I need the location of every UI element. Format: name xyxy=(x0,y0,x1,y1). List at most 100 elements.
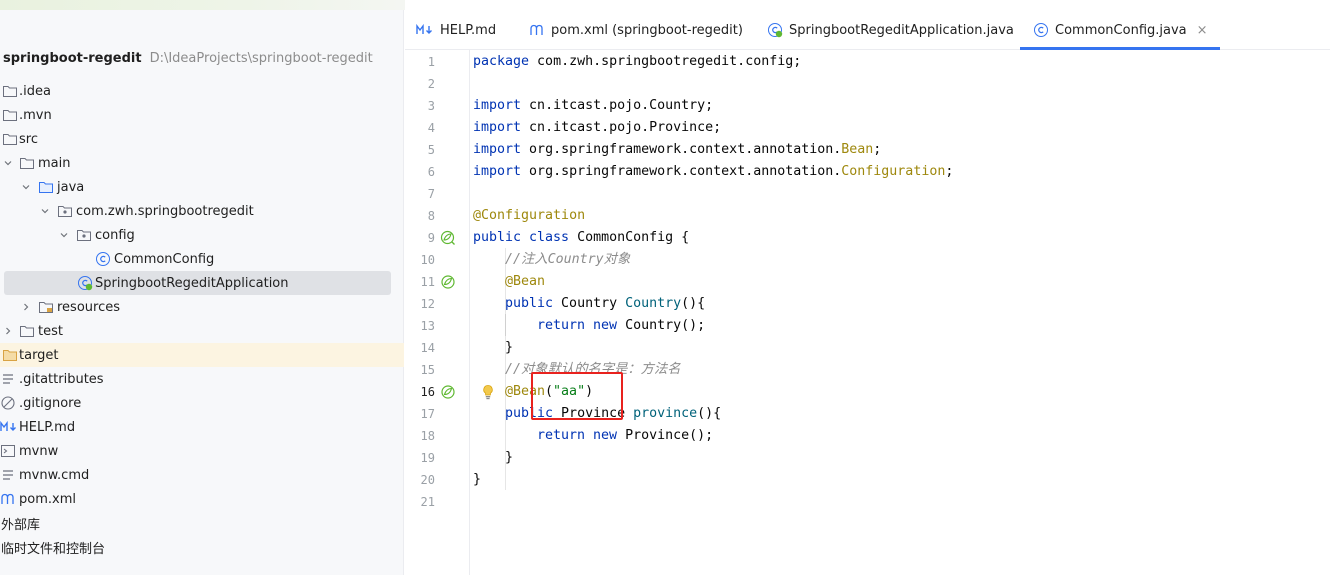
tree-item-label: java xyxy=(57,179,85,195)
tree-item-commonconfig[interactable]: CommonConfig xyxy=(0,247,404,271)
lightbulb-icon[interactable] xyxy=(481,384,495,400)
tree-item-label: .gitignore xyxy=(19,395,82,411)
tab-pom-xml[interactable]: pom.xml (springboot-regedit) xyxy=(529,10,743,50)
tree-item-label: SpringbootRegeditApplication xyxy=(95,275,289,291)
code-line-6: import org.springframework.context.annot… xyxy=(473,164,954,179)
line-number: 17 xyxy=(420,407,435,421)
chevron-right-icon[interactable] xyxy=(21,302,31,312)
class-icon xyxy=(1033,22,1049,38)
tree-item-label: CommonConfig xyxy=(114,251,215,267)
tree-item-label: mvnw xyxy=(19,443,59,459)
project-name: springboot-regedit xyxy=(3,50,142,66)
line-number: 1 xyxy=(427,55,435,69)
tab-label: pom.xml (springboot-regedit) xyxy=(551,22,743,38)
line-number: 20 xyxy=(420,473,435,487)
top-strip xyxy=(0,0,405,10)
code-line-8: @Configuration xyxy=(473,208,586,223)
chevron-down-icon[interactable] xyxy=(3,158,13,168)
tree-item-help-md[interactable]: HELP.md xyxy=(0,415,404,439)
line-number: 6 xyxy=(427,165,435,179)
editor-tabs: HELP.md pom.xml (springboot-regedit) Spr… xyxy=(405,10,1330,50)
resources-folder-icon xyxy=(38,299,54,315)
tree-item-mvn[interactable]: .mvn xyxy=(0,103,404,127)
tree-item-label: .mvn xyxy=(19,107,52,123)
code-line-9: public class CommonConfig { xyxy=(473,230,690,245)
chevron-down-icon[interactable] xyxy=(40,206,50,216)
tab-help-md[interactable]: HELP.md xyxy=(416,10,496,50)
tree-item-java[interactable]: java xyxy=(0,175,404,199)
maven-icon xyxy=(529,23,545,37)
chevron-down-icon[interactable] xyxy=(59,230,69,240)
tree-item-target[interactable]: target xyxy=(0,343,404,367)
spring-bean-gutter-icon[interactable] xyxy=(440,384,456,400)
tree-item-src[interactable]: src xyxy=(0,127,404,151)
line-number: 19 xyxy=(420,451,435,465)
line-number: 11 xyxy=(420,275,435,289)
tree-item-mvnw-cmd[interactable]: mvnw.cmd xyxy=(0,463,404,487)
package-icon xyxy=(76,227,92,243)
tree-item-idea[interactable]: .idea xyxy=(0,79,404,103)
tree-item-label: .idea xyxy=(19,83,51,99)
line-number: 10 xyxy=(420,253,435,267)
tree-item-label: src xyxy=(19,131,38,147)
folder-icon xyxy=(2,131,18,147)
spring-boot-class-icon xyxy=(767,22,783,38)
tree-item-application[interactable]: SpringbootRegeditApplication xyxy=(0,271,404,295)
code-line-12: public Country Country(){ xyxy=(505,296,706,311)
chevron-right-icon[interactable] xyxy=(3,326,13,336)
spring-bean-gutter-icon[interactable] xyxy=(440,230,456,246)
highlight-box xyxy=(531,372,623,420)
tree-item-external-libraries[interactable]: 外部库 xyxy=(0,511,404,535)
source-folder-icon xyxy=(38,179,54,195)
tab-springboot-application[interactable]: SpringbootRegeditApplication.java xyxy=(767,10,1014,50)
tree-item-gitattributes[interactable]: .gitattributes xyxy=(0,367,404,391)
tree-item-mvnw[interactable]: mvnw xyxy=(0,439,404,463)
tree-item-main[interactable]: main xyxy=(0,151,404,175)
package-icon xyxy=(57,203,73,219)
tab-label: SpringbootRegeditApplication.java xyxy=(789,22,1014,38)
tree-item-label: resources xyxy=(57,299,121,315)
maven-icon xyxy=(0,491,16,507)
code-line-20: } xyxy=(473,472,482,487)
tree-item-pom-xml[interactable]: pom.xml xyxy=(0,487,404,511)
code-line-5: import org.springframework.context.annot… xyxy=(473,142,882,157)
tree-item-label: target xyxy=(19,347,59,363)
close-icon[interactable]: × xyxy=(1197,23,1208,38)
tree-item-config[interactable]: config xyxy=(0,223,404,247)
tree-item-package-root[interactable]: com.zwh.springbootregedit xyxy=(0,199,404,223)
line-number: 14 xyxy=(420,341,435,355)
code-line-13: return new Country(); xyxy=(537,318,706,333)
line-number: 2 xyxy=(427,77,435,91)
tree-item-label: config xyxy=(95,227,135,243)
project-path: D:\IdeaProjects\springboot-regedit xyxy=(149,50,373,66)
code-editor[interactable]: package com.zwh.springbootregedit.config… xyxy=(473,50,1330,575)
project-root[interactable]: springboot-regedit D:\IdeaProjects\sprin… xyxy=(3,49,373,67)
code-line-1: package com.zwh.springbootregedit.config… xyxy=(473,54,802,69)
chevron-down-icon[interactable] xyxy=(21,182,31,192)
tree-item-label: 临时文件和控制台 xyxy=(1,541,106,557)
tab-label: HELP.md xyxy=(440,22,497,38)
spring-bean-gutter-icon[interactable] xyxy=(440,274,456,290)
line-number: 7 xyxy=(427,187,435,201)
line-number: 12 xyxy=(420,297,435,311)
folder-icon xyxy=(2,347,18,363)
gitignore-icon xyxy=(0,395,16,411)
tree-item-label: test xyxy=(38,323,63,339)
markdown-icon xyxy=(416,23,434,37)
line-number: 21 xyxy=(420,495,435,509)
line-number: 18 xyxy=(420,429,435,443)
text-file-icon xyxy=(0,467,16,483)
code-line-4: import cn.itcast.pojo.Province; xyxy=(473,120,722,135)
tab-commonconfig[interactable]: CommonConfig.java × xyxy=(1020,10,1220,50)
code-line-14: } xyxy=(505,340,514,355)
tree-item-test[interactable]: test xyxy=(0,319,404,343)
line-number: 5 xyxy=(427,143,435,157)
code-line-18: return new Province(); xyxy=(537,428,714,443)
tree-item-label: 外部库 xyxy=(1,517,41,533)
tree-item-label: main xyxy=(38,155,71,171)
terminal-file-icon xyxy=(0,443,16,459)
tree-item-resources[interactable]: resources xyxy=(0,295,404,319)
tree-item-gitignore[interactable]: .gitignore xyxy=(0,391,404,415)
tree-item-scratches[interactable]: 临时文件和控制台 xyxy=(0,535,404,559)
tree-item-label: mvnw.cmd xyxy=(19,467,90,483)
